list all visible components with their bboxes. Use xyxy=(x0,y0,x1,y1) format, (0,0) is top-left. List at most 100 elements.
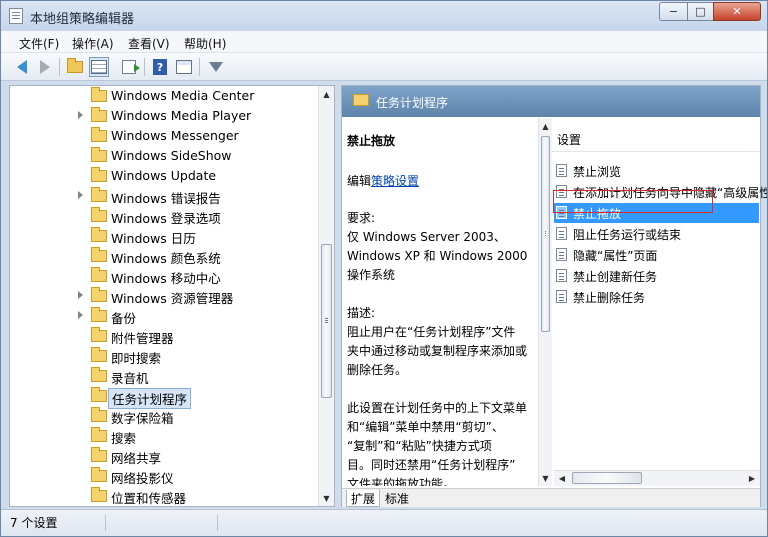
setting-row[interactable]: 禁止浏览 xyxy=(554,161,759,181)
tree-item[interactable]: Windows SideShow xyxy=(10,146,320,166)
description-line: 文件夹的拖放功能。 xyxy=(347,477,456,486)
tree-item[interactable]: 网络投影仪 xyxy=(10,466,320,486)
expand-arrow-icon[interactable] xyxy=(78,291,83,299)
title-bar[interactable]: 本地组策略编辑器 − □ ✕ xyxy=(1,1,767,31)
tree-item[interactable]: 搜索 xyxy=(10,426,320,446)
tree-item-label: Windows Media Center xyxy=(111,88,255,103)
description-scroll-thumb[interactable] xyxy=(541,136,550,332)
settings-horizontal-scrollbar[interactable]: ◀ ▶ xyxy=(554,470,760,486)
tree-item-label: 备份 xyxy=(111,311,137,326)
tree-item[interactable]: 附件管理器 xyxy=(10,326,320,346)
settings-hscroll-thumb[interactable] xyxy=(572,472,642,484)
policy-setting-icon xyxy=(556,269,567,282)
console-tree[interactable]: Windows Media Center Windows Media Player… xyxy=(9,85,335,507)
tree-item-label: Windows Messenger xyxy=(111,128,239,143)
tree-item[interactable]: Windows 登录选项 xyxy=(10,206,320,226)
tree-item[interactable]: Windows 错误报告 xyxy=(10,186,320,206)
details-pane: 任务计划程序 禁止拖放 编辑策略设置 要求: 仅 Windows Server … xyxy=(341,85,767,507)
filter-button[interactable] xyxy=(206,57,226,77)
view-tabs: 扩展 标准 xyxy=(342,488,760,507)
folder-icon xyxy=(91,87,107,102)
setting-row[interactable]: 禁止删除任务 xyxy=(554,287,759,307)
edit-policy-line: 编辑策略设置 xyxy=(347,172,419,191)
setting-label: 隐藏“属性”页面 xyxy=(573,249,658,263)
policy-settings-link[interactable]: 策略设置 xyxy=(371,174,419,188)
tree-item[interactable]: 数字保险箱 xyxy=(10,406,320,426)
tree-item-label: 网络共享 xyxy=(111,451,162,466)
menu-bar: 文件(F) 操作(A) 查看(V) 帮助(H) xyxy=(1,31,767,53)
help-button[interactable]: ? xyxy=(150,57,170,77)
requirements-line: Windows XP 和 Windows 2000 xyxy=(347,249,528,263)
tree-item[interactable]: 任务计划程序 xyxy=(10,386,320,409)
scroll-left-arrow-icon[interactable]: ◀ xyxy=(554,471,570,485)
scroll-up-arrow-icon[interactable]: ▲ xyxy=(319,86,334,102)
expand-arrow-icon[interactable] xyxy=(78,111,83,119)
tree-item[interactable]: Windows Update xyxy=(10,166,320,186)
folder-up-icon xyxy=(67,58,83,73)
folder-icon xyxy=(91,307,107,322)
tab-standard[interactable]: 标准 xyxy=(381,490,413,507)
tree-item[interactable]: Windows 日历 xyxy=(10,226,320,246)
show-hide-tree-button[interactable] xyxy=(89,57,109,77)
properties-button[interactable] xyxy=(174,57,194,77)
filter-icon xyxy=(209,62,223,72)
tree-item-label: Windows 日历 xyxy=(111,231,196,246)
folder-icon xyxy=(91,347,107,362)
policy-setting-icon xyxy=(556,164,567,177)
settings-column-header[interactable]: 设置 xyxy=(552,128,760,152)
export-list-button[interactable] xyxy=(119,57,140,77)
scroll-down-arrow-icon[interactable]: ▼ xyxy=(319,490,334,506)
tree-item[interactable]: 录音机 xyxy=(10,366,320,386)
maximize-button[interactable]: □ xyxy=(687,2,714,21)
menu-file[interactable]: 文件(F) xyxy=(19,35,59,52)
menu-action[interactable]: 操作(A) xyxy=(72,35,114,52)
minimize-button[interactable]: − xyxy=(659,2,688,21)
requirements-line: 仅 Windows Server 2003、 xyxy=(347,230,506,244)
setting-row[interactable]: 隐藏“属性”页面 xyxy=(554,245,759,265)
tree-item[interactable]: Windows 颜色系统 xyxy=(10,246,320,266)
expand-arrow-icon[interactable] xyxy=(78,191,83,199)
tree-item[interactable]: Windows Media Center xyxy=(10,86,320,106)
scroll-up-arrow-icon[interactable]: ▲ xyxy=(539,118,552,134)
description-line: 此设置在计划任务中的上下文菜单 xyxy=(347,401,528,415)
back-button[interactable] xyxy=(12,57,32,77)
tree-item[interactable]: Windows 移动中心 xyxy=(10,266,320,286)
properties-icon xyxy=(176,60,192,74)
setting-label: 禁止创建新任务 xyxy=(573,270,658,284)
tree-item[interactable]: Windows Media Player xyxy=(10,106,320,126)
menu-view[interactable]: 查看(V) xyxy=(128,35,170,52)
status-separator xyxy=(105,515,106,531)
forward-button[interactable] xyxy=(35,57,55,77)
setting-row[interactable]: 阻止任务运行或结束 xyxy=(554,224,759,244)
tree-item-label: Windows 移动中心 xyxy=(111,271,221,286)
expand-arrow-icon[interactable] xyxy=(78,311,83,319)
menu-help[interactable]: 帮助(H) xyxy=(184,35,226,52)
folder-icon xyxy=(91,487,107,502)
tree-item[interactable]: 网络共享 xyxy=(10,446,320,466)
group-policy-editor-window: 本地组策略编辑器 − □ ✕ 文件(F) 操作(A) 查看(V) 帮助(H) ?… xyxy=(0,0,768,537)
tree-scroll-thumb[interactable] xyxy=(321,244,332,398)
tree-vertical-scrollbar[interactable]: ▲ ▼ xyxy=(318,86,334,506)
tree-item[interactable]: 即时搜索 xyxy=(10,346,320,366)
tree-item[interactable]: Windows Messenger xyxy=(10,126,320,146)
policy-title: 禁止拖放 xyxy=(347,134,396,148)
folder-icon xyxy=(91,227,107,242)
policy-description: 禁止拖放 编辑策略设置 要求: 仅 Windows Server 2003、 W… xyxy=(342,118,552,486)
edit-prefix: 编辑 xyxy=(347,174,372,188)
folder-icon xyxy=(353,94,369,106)
tab-extended[interactable]: 扩展 xyxy=(346,490,381,507)
tree-item[interactable]: 位置和传感器 xyxy=(10,486,320,506)
details-header-title: 任务计划程序 xyxy=(376,96,449,110)
description-vertical-scrollbar[interactable]: ▲ ▼ xyxy=(538,118,552,486)
tree-item[interactable]: Windows 资源管理器 xyxy=(10,286,320,306)
folder-icon xyxy=(91,147,107,162)
setting-label: 禁止删除任务 xyxy=(573,291,646,305)
scroll-down-arrow-icon[interactable]: ▼ xyxy=(539,470,552,486)
setting-row[interactable]: 禁止创建新任务 xyxy=(554,266,759,286)
tree-item[interactable]: 备份 xyxy=(10,306,320,326)
up-folder-button[interactable] xyxy=(65,57,85,77)
details-header: 任务计划程序 xyxy=(342,86,760,117)
close-button[interactable]: ✕ xyxy=(713,2,761,21)
forward-arrow-icon xyxy=(40,60,50,74)
scroll-right-arrow-icon[interactable]: ▶ xyxy=(744,471,760,485)
